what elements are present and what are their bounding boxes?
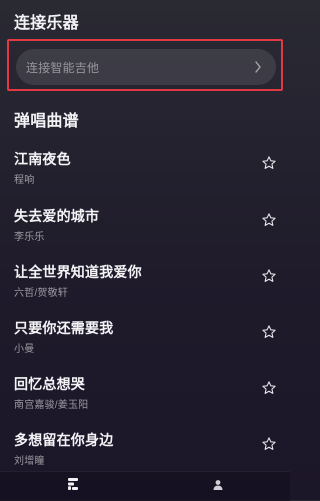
tab-profile[interactable] xyxy=(145,472,290,501)
tab-home[interactable] xyxy=(0,472,145,501)
song-artist: 南宫嘉骏/姜玉阳 xyxy=(14,400,89,411)
star-outline-icon[interactable] xyxy=(261,212,277,228)
star-outline-icon[interactable] xyxy=(261,436,277,452)
person-icon xyxy=(212,478,224,496)
connect-instrument-title: 连接乐器 xyxy=(14,15,79,32)
song-item[interactable]: 失去爱的城市 李乐乐 xyxy=(0,206,290,264)
song-artist: 六哲/贺敬轩 xyxy=(14,288,68,299)
song-title: 失去爱的城市 xyxy=(14,208,100,224)
song-artist: 小曼 xyxy=(14,344,35,355)
star-outline-icon[interactable] xyxy=(261,380,277,396)
song-title: 只要你还需要我 xyxy=(14,320,114,336)
connect-guitar-label: 连接智能吉他 xyxy=(26,60,100,75)
song-title: 多想留在你身边 xyxy=(14,432,114,448)
song-artist: 李乐乐 xyxy=(14,232,45,243)
song-title: 江南夜色 xyxy=(14,151,71,167)
star-outline-icon[interactable] xyxy=(261,268,277,284)
chevron-right-icon xyxy=(252,61,264,73)
song-artist: 程响 xyxy=(14,175,35,186)
song-item[interactable]: 让全世界知道我爱你 六哲/贺敬轩 xyxy=(0,262,290,320)
song-sheets-title: 弹唱曲谱 xyxy=(14,113,79,130)
song-item[interactable]: 只要你还需要我 小曼 xyxy=(0,318,290,376)
connect-guitar-button[interactable]: 连接智能吉他 xyxy=(16,49,276,85)
song-title: 回忆总想哭 xyxy=(14,376,85,392)
star-outline-icon[interactable] xyxy=(261,155,277,171)
app-logo-icon xyxy=(66,477,80,496)
song-item[interactable]: 江南夜色 程响 xyxy=(0,149,290,207)
song-artist: 刘增瞳 xyxy=(14,456,45,467)
bottom-tab-bar xyxy=(0,471,290,501)
song-item[interactable]: 回忆总想哭 南宫嘉骏/姜玉阳 xyxy=(0,374,290,432)
song-title: 让全世界知道我爱你 xyxy=(14,264,142,280)
star-outline-icon[interactable] xyxy=(261,324,277,340)
